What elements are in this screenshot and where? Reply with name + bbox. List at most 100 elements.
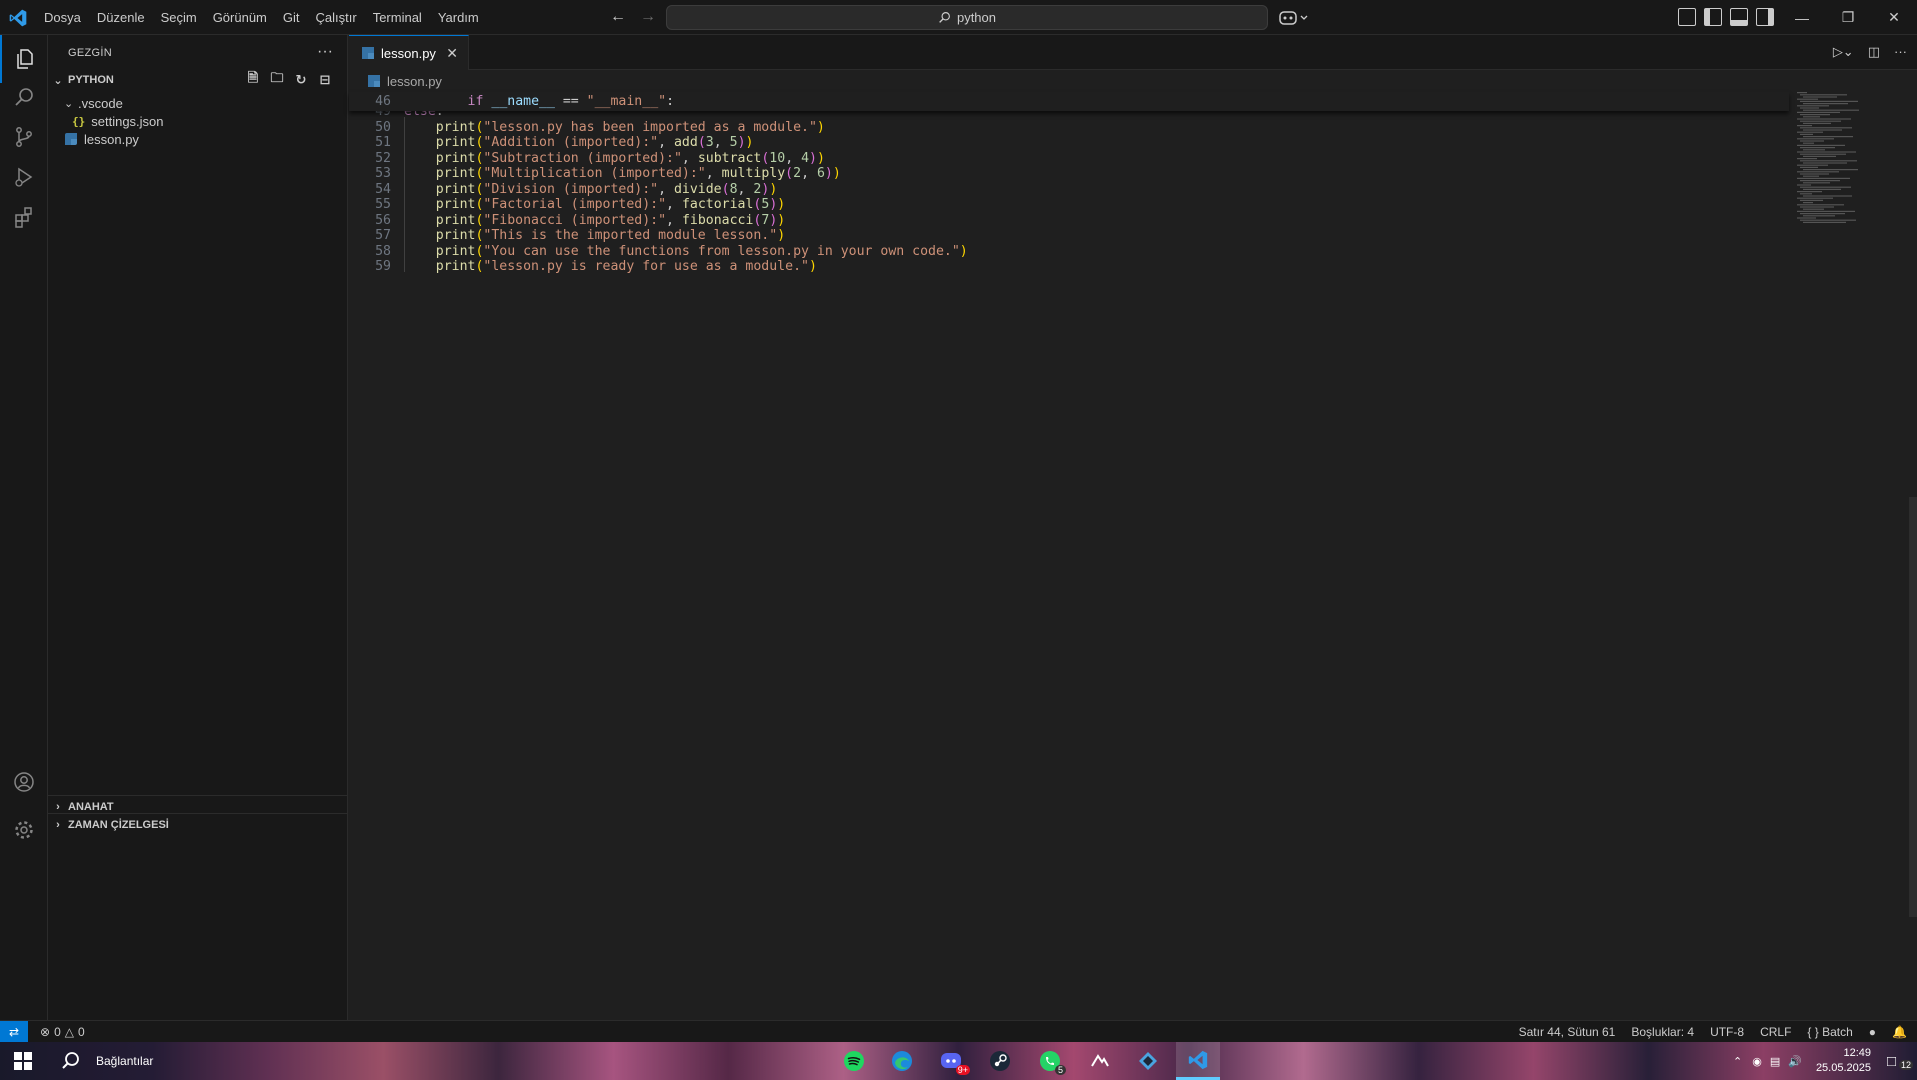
minimap[interactable] bbox=[1789, 92, 1909, 1020]
run-python-file-icon[interactable]: ▷⌄ bbox=[1833, 44, 1854, 60]
more-editor-actions-icon[interactable]: ··· bbox=[1894, 44, 1907, 60]
editor-tabs: lesson.py ✕ ▷⌄ ◫ ··· bbox=[349, 35, 1917, 70]
back-arrow-icon[interactable]: ← bbox=[608, 7, 628, 27]
tree-item-lesson-py[interactable]: lesson.py bbox=[48, 128, 347, 150]
toggle-panel-icon[interactable] bbox=[1730, 8, 1748, 26]
problems-indicator[interactable]: ⊗ 0 △ 0 bbox=[40, 1021, 85, 1043]
close-tab-icon[interactable]: ✕ bbox=[446, 45, 458, 62]
new-folder-icon[interactable]: 🗀 bbox=[269, 70, 285, 88]
vscode-logo-icon[interactable] bbox=[8, 8, 28, 28]
new-file-icon[interactable]: 🗎 bbox=[245, 70, 261, 88]
taskbar-search[interactable]: Bağlantılar bbox=[48, 1042, 238, 1080]
timeline-section-header[interactable]: › ZAMAN ÇİZELGESİ bbox=[48, 813, 347, 835]
sticky-code: if __name__ == "__main__": bbox=[467, 94, 675, 109]
minimize-button[interactable]: — bbox=[1779, 0, 1825, 35]
language-label: Batch bbox=[1822, 1025, 1853, 1039]
menu-dosya[interactable]: Dosya bbox=[36, 10, 89, 25]
vscode-taskbar-icon[interactable] bbox=[1176, 1042, 1220, 1080]
discord-icon[interactable]: 9+ bbox=[934, 1042, 970, 1080]
menu-bar: Dosya Düzenle Seçim Görünüm Git Çalıştır… bbox=[36, 0, 487, 35]
menu-secim[interactable]: Seçim bbox=[153, 10, 205, 25]
restore-button[interactable]: ❐ bbox=[1825, 0, 1871, 35]
edge-browser-icon[interactable] bbox=[884, 1042, 920, 1080]
whatsapp-icon[interactable]: 5 bbox=[1032, 1042, 1068, 1080]
python-file-icon bbox=[64, 132, 78, 146]
menu-gorunum[interactable]: Görünüm bbox=[205, 10, 275, 25]
forward-arrow-icon[interactable]: → bbox=[638, 7, 658, 27]
scrollbar-thumb[interactable] bbox=[1909, 497, 1917, 917]
menu-duzenle[interactable]: Düzenle bbox=[89, 10, 153, 25]
workspace-section-header[interactable]: ⌄ PYTHON 🗎 🗀 ↻ ⊟ bbox=[48, 69, 347, 91]
line-number: 46 bbox=[375, 94, 391, 109]
menu-calistir[interactable]: Çalıştır bbox=[308, 10, 365, 25]
encoding[interactable]: UTF-8 bbox=[1710, 1025, 1744, 1039]
toggle-secondary-sidebar-icon[interactable] bbox=[1756, 8, 1774, 26]
chevron-up-icon[interactable]: ⌃ bbox=[1733, 1055, 1742, 1068]
close-window-button[interactable]: ✕ bbox=[1871, 0, 1917, 35]
extensions-icon[interactable] bbox=[0, 193, 48, 241]
whatsapp-badge: 5 bbox=[1054, 1065, 1066, 1075]
collapse-all-icon[interactable]: ⊟ bbox=[317, 72, 333, 88]
menu-yardim[interactable]: Yardım bbox=[430, 10, 487, 25]
menu-git[interactable]: Git bbox=[275, 10, 308, 25]
sticky-scroll-line[interactable]: 46 if __name__ == "__main__": bbox=[349, 92, 1789, 111]
indentation[interactable]: Boşluklar: 4 bbox=[1631, 1025, 1694, 1039]
language-mode[interactable]: { } Batch bbox=[1807, 1025, 1852, 1039]
chevron-down-icon: ⌄ bbox=[53, 74, 63, 87]
code-editor[interactable]: 49 else: 50 print("lesson.py has been impo… bbox=[349, 92, 1917, 1020]
tree-item-label: settings.json bbox=[91, 113, 164, 129]
notification-count: 12 bbox=[1899, 1060, 1914, 1070]
cursor-position[interactable]: Satır 44, Sütun 61 bbox=[1519, 1025, 1616, 1039]
command-center-search[interactable]: python bbox=[666, 5, 1268, 30]
tab-lesson-py[interactable]: lesson.py ✕ bbox=[349, 35, 469, 70]
spotify-icon[interactable] bbox=[836, 1042, 872, 1080]
notifications-bell-icon[interactable]: 🔔 bbox=[1892, 1025, 1907, 1039]
taskbar-search-label: Bağlantılar bbox=[96, 1054, 154, 1068]
end-of-line[interactable]: CRLF bbox=[1760, 1025, 1791, 1039]
refresh-icon[interactable]: ↻ bbox=[293, 72, 309, 88]
settings-gear-icon[interactable] bbox=[0, 806, 48, 854]
split-editor-icon[interactable]: ◫ bbox=[1868, 44, 1880, 60]
workspace-name: PYTHON bbox=[68, 74, 114, 86]
tree-item-label: lesson.py bbox=[84, 131, 139, 147]
more-actions-icon[interactable]: ··· bbox=[317, 43, 333, 61]
code-line[interactable]: 59 print("lesson.py is ready for use as … bbox=[349, 257, 1789, 276]
python-file-icon bbox=[367, 74, 381, 88]
steam-icon[interactable] bbox=[982, 1042, 1018, 1080]
notifications-icon[interactable]: □ 12 bbox=[1887, 1042, 1917, 1080]
search-icon bbox=[939, 12, 950, 23]
clock[interactable]: 12:49 25.05.2025 bbox=[1816, 1046, 1871, 1076]
time: 12:49 bbox=[1843, 1047, 1871, 1059]
copilot-status-icon[interactable]: ● bbox=[1869, 1025, 1876, 1039]
toggle-primary-sidebar-icon[interactable] bbox=[1704, 8, 1722, 26]
network-icon[interactable]: ▤ bbox=[1770, 1055, 1780, 1068]
error-icon: ⊗ bbox=[40, 1025, 51, 1039]
volume-icon[interactable]: 🔊 bbox=[1788, 1055, 1802, 1068]
error-count: 0 bbox=[54, 1025, 61, 1039]
copilot-icon[interactable] bbox=[1278, 8, 1312, 28]
explorer-sidebar: GEZGİN ··· ⌄ PYTHON 🗎 🗀 ↻ ⊟ ⌄ .vscode {}… bbox=[48, 35, 348, 1020]
remote-indicator-icon[interactable]: ⇄ bbox=[0, 1021, 28, 1043]
app-arrow-icon[interactable] bbox=[1082, 1042, 1118, 1080]
tree-item-label: .vscode bbox=[78, 95, 123, 111]
camera-icon[interactable]: ◉ bbox=[1752, 1055, 1762, 1068]
system-tray: ⌃ ◉ ▤ 🔊 12:49 25.05.2025 □ 12 bbox=[1733, 1042, 1917, 1080]
python-file-icon bbox=[361, 46, 375, 60]
timeline-title: ZAMAN ÇİZELGESİ bbox=[68, 818, 169, 831]
accounts-icon[interactable] bbox=[0, 758, 48, 806]
search-icon bbox=[62, 1052, 79, 1069]
diamond-app-icon[interactable] bbox=[1130, 1042, 1166, 1080]
chevron-down-icon: ⌄ bbox=[64, 97, 74, 110]
discord-badge: 9+ bbox=[955, 1065, 970, 1075]
tab-label: lesson.py bbox=[381, 45, 436, 61]
date: 25.05.2025 bbox=[1815, 1062, 1871, 1074]
chevron-right-icon: › bbox=[56, 818, 60, 831]
explorer-title: GEZGİN bbox=[68, 46, 112, 59]
windows-start-icon[interactable] bbox=[0, 1042, 46, 1080]
menu-terminal[interactable]: Terminal bbox=[365, 10, 430, 25]
chevron-right-icon: › bbox=[56, 800, 60, 813]
customize-layout-icon[interactable] bbox=[1678, 8, 1696, 26]
code-text: print("lesson.py is ready for use as a m… bbox=[435, 259, 817, 274]
line-number: 59 bbox=[375, 259, 391, 274]
command-center-label: python bbox=[956, 10, 997, 25]
